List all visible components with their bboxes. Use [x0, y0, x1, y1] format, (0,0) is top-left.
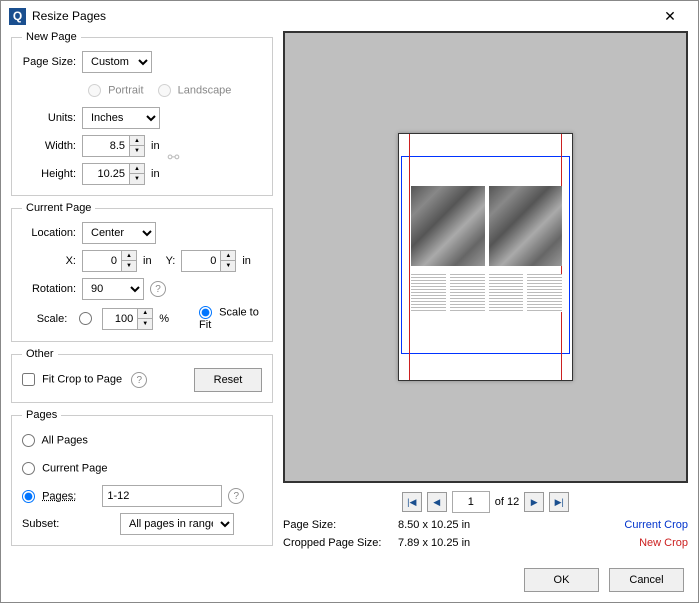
link-icon[interactable]: ⚯: [168, 149, 180, 166]
page-size-label: Page Size:: [22, 56, 82, 68]
pages-range-input[interactable]: [102, 485, 222, 507]
height-input[interactable]: [82, 163, 130, 185]
y-input[interactable]: [181, 250, 221, 272]
portrait-radio-label: Portrait: [88, 84, 144, 97]
page-preview: [398, 133, 573, 381]
subset-select[interactable]: All pages in range: [120, 513, 234, 535]
x-input[interactable]: [82, 250, 122, 272]
fit-crop-checkbox[interactable]: [22, 373, 35, 386]
current-crop-legend: Current Crop: [624, 519, 688, 531]
info-cropped-label: Cropped Page Size:: [283, 537, 398, 549]
pages-group: Pages All Pages Current Page: [11, 409, 273, 546]
reset-button[interactable]: Reset: [194, 368, 262, 392]
height-down-icon[interactable]: ▼: [130, 174, 144, 184]
subset-label: Subset:: [22, 518, 76, 530]
rotation-help-icon[interactable]: ?: [150, 281, 166, 297]
units-label: Units:: [22, 112, 82, 124]
prev-page-button[interactable]: ◀: [427, 492, 447, 512]
app-icon: Q: [9, 8, 26, 25]
all-pages-label[interactable]: All Pages: [22, 434, 88, 447]
next-page-button[interactable]: ▶: [524, 492, 544, 512]
portrait-radio: [88, 84, 101, 97]
pages-range-radio[interactable]: [22, 490, 35, 503]
resize-pages-dialog: Q Resize Pages ✕ New Page Page Size: Cus…: [0, 0, 699, 603]
width-input[interactable]: [82, 135, 130, 157]
location-select[interactable]: Center: [82, 222, 156, 244]
x-label: X:: [22, 255, 82, 267]
preview-image-row: [411, 186, 562, 266]
new-crop-left-line: [409, 134, 410, 380]
page-total: of 12: [495, 496, 519, 508]
ok-button[interactable]: OK: [524, 568, 599, 592]
pager: |◀ ◀ of 12 ▶ ▶|: [283, 491, 688, 513]
cancel-button[interactable]: Cancel: [609, 568, 684, 592]
close-icon: ✕: [664, 8, 676, 25]
first-page-icon: |◀: [407, 497, 416, 508]
last-page-icon: ▶|: [555, 497, 564, 508]
last-page-button[interactable]: ▶|: [549, 492, 569, 512]
scale-to-fit-radio[interactable]: [199, 306, 212, 319]
page-size-select[interactable]: Custom: [82, 51, 152, 73]
all-pages-radio[interactable]: [22, 434, 35, 447]
scale-down-icon[interactable]: ▼: [138, 319, 152, 329]
scale-percent-input[interactable]: [102, 308, 138, 330]
width-label: Width:: [22, 140, 82, 152]
prev-page-icon: ◀: [433, 497, 440, 508]
scale-to-fit-label[interactable]: Scale to Fit: [199, 306, 262, 331]
close-button[interactable]: ✕: [650, 2, 690, 30]
other-legend: Other: [22, 348, 58, 360]
current-page-legend: Current Page: [22, 202, 95, 214]
y-label: Y:: [166, 255, 176, 267]
y-down-icon[interactable]: ▼: [221, 261, 235, 271]
percent-sign: %: [159, 313, 169, 325]
first-page-button[interactable]: |◀: [402, 492, 422, 512]
scale-custom-radio[interactable]: [79, 312, 92, 325]
current-page-range-label[interactable]: Current Page: [22, 462, 108, 475]
info-cropped-value: 7.89 x 10.25 in: [398, 537, 639, 549]
rotation-select[interactable]: 90: [82, 278, 144, 300]
x-unit: in: [143, 255, 152, 267]
height-label: Height:: [22, 168, 82, 180]
scale-label: Scale:: [22, 313, 73, 325]
y-unit: in: [242, 255, 251, 267]
rotation-label: Rotation:: [22, 283, 82, 295]
other-group: Other Fit Crop to Page ? Reset: [11, 348, 273, 403]
y-up-icon[interactable]: ▲: [221, 251, 235, 261]
window-title: Resize Pages: [32, 9, 650, 23]
info-pagesize-value: 8.50 x 10.25 in: [398, 519, 624, 531]
units-select[interactable]: Inches: [82, 107, 160, 129]
preview-area: [283, 31, 688, 483]
location-label: Location:: [22, 227, 82, 239]
width-unit: in: [151, 140, 160, 152]
next-page-icon: ▶: [531, 497, 538, 508]
fit-crop-help-icon[interactable]: ?: [131, 372, 147, 388]
current-page-group: Current Page Location: Center X: ▲▼ in Y…: [11, 202, 273, 342]
page-number-input[interactable]: [452, 491, 490, 513]
landscape-radio: [158, 84, 171, 97]
titlebar: Q Resize Pages ✕: [1, 1, 698, 31]
new-page-legend: New Page: [22, 31, 81, 43]
fit-crop-label[interactable]: Fit Crop to Page ?: [22, 372, 147, 388]
pages-legend: Pages: [22, 409, 61, 421]
height-unit: in: [151, 168, 160, 180]
x-down-icon[interactable]: ▼: [122, 261, 136, 271]
x-up-icon[interactable]: ▲: [122, 251, 136, 261]
pages-range-label[interactable]: Pages:: [22, 490, 76, 503]
height-up-icon[interactable]: ▲: [130, 164, 144, 174]
info-pagesize-label: Page Size:: [283, 519, 398, 531]
pages-help-icon[interactable]: ?: [228, 488, 244, 504]
preview-text-row: [411, 274, 562, 312]
current-page-radio[interactable]: [22, 462, 35, 475]
width-down-icon[interactable]: ▼: [130, 146, 144, 156]
landscape-radio-label: Landscape: [158, 84, 232, 97]
scale-up-icon[interactable]: ▲: [138, 309, 152, 319]
width-up-icon[interactable]: ▲: [130, 136, 144, 146]
new-page-group: New Page Page Size: Custom Portrait Land…: [11, 31, 273, 196]
new-crop-legend: New Crop: [639, 537, 688, 549]
